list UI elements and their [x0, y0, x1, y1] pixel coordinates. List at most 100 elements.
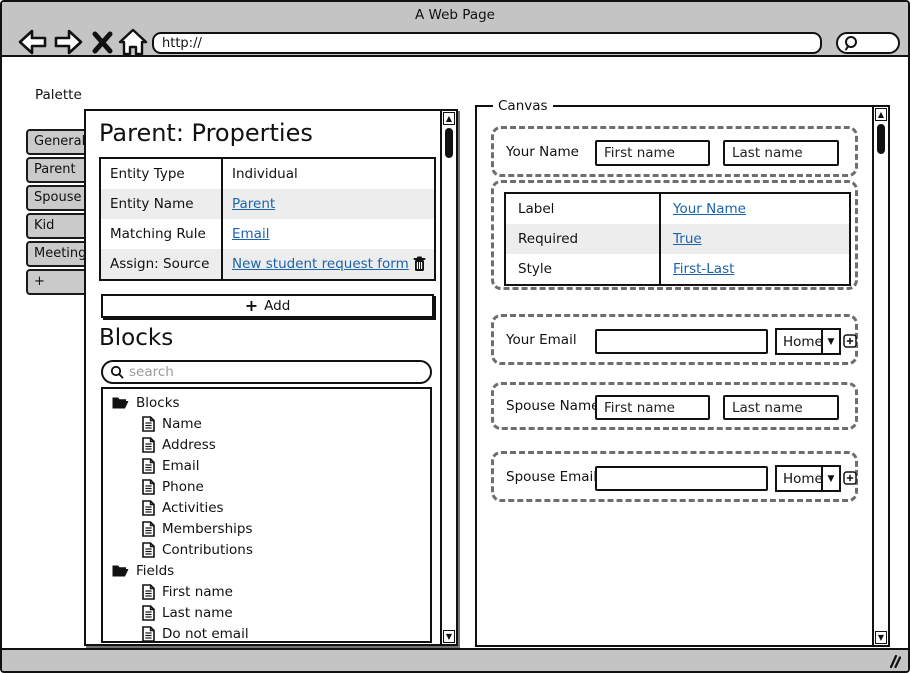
- home-icon[interactable]: [118, 28, 149, 56]
- scrollbar-thumb[interactable]: [445, 128, 453, 158]
- palette-tab-spouse[interactable]: Spouse: [26, 185, 90, 211]
- dialog-title: Parent: Properties: [99, 119, 313, 147]
- field-label: Your Email: [506, 332, 577, 348]
- parent-properties-dialog: Parent: Properties Entity Type Individua…: [84, 109, 458, 646]
- style-value-link[interactable]: First-Last: [673, 261, 734, 277]
- blocks-tree: Blocks Name Address Email Phone Activiti…: [101, 387, 432, 643]
- scroll-down-button[interactable]: ▼: [443, 630, 455, 643]
- add-button-label: Add: [264, 298, 290, 314]
- document-icon: [142, 500, 155, 516]
- tree-item[interactable]: Contributions: [103, 539, 430, 560]
- document-icon: [142, 584, 155, 600]
- tree-item[interactable]: Last name: [103, 602, 430, 623]
- tree-item[interactable]: Name: [103, 413, 430, 434]
- palette-tab-add[interactable]: +: [26, 269, 90, 295]
- tree-item[interactable]: Email: [103, 455, 430, 476]
- add-email-icon[interactable]: [843, 334, 857, 348]
- document-icon: [142, 479, 155, 495]
- canvas-scrollbar: ▲ ▼: [872, 107, 888, 645]
- canvas-block-properties[interactable]: Label Your Name Required True Style Firs…: [491, 180, 858, 290]
- chevron-down-icon: ▼: [821, 330, 839, 353]
- row-key: Style: [506, 254, 661, 284]
- chevron-down-icon: ▼: [821, 467, 839, 490]
- browser-window: A Web Page Palette General Parent Spouse…: [0, 0, 910, 673]
- resize-grip-icon[interactable]: [885, 654, 901, 669]
- tree-item[interactable]: Activities: [103, 497, 430, 518]
- label-value-link[interactable]: Your Name: [673, 201, 746, 217]
- scroll-up-button[interactable]: ▲: [875, 108, 887, 121]
- spouse-email-input[interactable]: [595, 466, 768, 491]
- table-row: Matching Rule Email: [101, 219, 434, 249]
- tree-item[interactable]: Address: [103, 434, 430, 455]
- tree-item[interactable]: Memberships: [103, 518, 430, 539]
- stop-icon[interactable]: [91, 28, 114, 56]
- required-value-link[interactable]: True: [673, 231, 702, 247]
- blocks-heading: Blocks: [99, 325, 173, 351]
- document-icon: [142, 605, 155, 621]
- table-row: Entity Name Parent: [101, 189, 434, 219]
- back-icon[interactable]: [17, 28, 48, 56]
- tree-label: Address: [162, 437, 216, 453]
- assign-source-link[interactable]: New student request form: [232, 256, 409, 272]
- search-icon: [110, 365, 124, 379]
- spouse-first-name-input[interactable]: [595, 395, 710, 420]
- scroll-up-button[interactable]: ▲: [443, 112, 455, 125]
- dialog-scrollbar: ▲ ▼: [440, 111, 456, 644]
- tree-label: Fields: [136, 563, 174, 579]
- tree-item[interactable]: Do not email: [103, 623, 430, 643]
- scroll-down-button[interactable]: ▼: [875, 631, 887, 644]
- your-email-input[interactable]: [595, 329, 768, 354]
- blocks-search[interactable]: [101, 360, 432, 384]
- document-icon: [142, 542, 155, 558]
- url-input[interactable]: [152, 32, 822, 54]
- search-pill[interactable]: [836, 32, 900, 54]
- canvas-block-spouse-email[interactable]: Spouse Email Home ▼: [491, 451, 858, 502]
- field-label: Spouse Email: [506, 469, 597, 485]
- entity-name-link[interactable]: Parent: [232, 196, 275, 212]
- table-row: Style First-Last: [506, 254, 849, 284]
- tree-label: Blocks: [136, 395, 180, 411]
- last-name-input[interactable]: [723, 140, 839, 166]
- canvas-block-your-email[interactable]: Your Email Home ▼: [491, 314, 858, 365]
- tree-item[interactable]: Phone: [103, 476, 430, 497]
- tree-label: Activities: [162, 500, 224, 516]
- add-email-icon[interactable]: [843, 471, 857, 485]
- forward-icon[interactable]: [53, 28, 84, 56]
- row-value: Individual: [232, 166, 298, 182]
- search-input[interactable]: [129, 364, 430, 380]
- palette-tab-general[interactable]: General: [26, 129, 90, 155]
- palette-tab-meeting[interactable]: Meeting: [26, 241, 90, 267]
- properties-table: Entity Type Individual Entity Name Paren…: [99, 157, 436, 281]
- dropdown-value: Home: [777, 330, 821, 353]
- spouse-last-name-input[interactable]: [723, 395, 839, 420]
- palette-tab-kid[interactable]: Kid: [26, 213, 90, 239]
- table-row: Entity Type Individual: [101, 159, 434, 189]
- scrollbar-thumb[interactable]: [877, 124, 885, 154]
- tree-item[interactable]: First name: [103, 581, 430, 602]
- matching-rule-link[interactable]: Email: [232, 226, 269, 242]
- canvas-block-your-name[interactable]: Your Name: [491, 126, 858, 177]
- palette-tab-parent[interactable]: Parent: [26, 157, 90, 183]
- table-row: Label Your Name: [506, 194, 849, 224]
- document-icon: [142, 626, 155, 642]
- canvas-legend: Canvas: [493, 98, 553, 114]
- magnifier-icon: [841, 34, 863, 52]
- row-key: Matching Rule: [101, 219, 223, 249]
- tree-label: Name: [162, 416, 202, 432]
- dropdown-value: Home: [777, 467, 821, 490]
- row-key: Required: [506, 224, 661, 254]
- canvas-block-spouse-name[interactable]: Spouse Name: [491, 382, 858, 430]
- table-row: Assign: Source New student request form: [101, 249, 434, 279]
- add-button[interactable]: + Add: [101, 294, 434, 318]
- document-icon: [142, 416, 155, 432]
- tree-label: Do not email: [162, 626, 249, 642]
- canvas-panel: Canvas Your Name Label Your Name Require…: [475, 105, 890, 647]
- first-name-input[interactable]: [595, 140, 710, 166]
- document-icon: [142, 458, 155, 474]
- email-type-dropdown[interactable]: Home ▼: [775, 328, 841, 355]
- tree-folder-fields[interactable]: Fields: [103, 560, 430, 581]
- spouse-email-type-dropdown[interactable]: Home ▼: [775, 465, 841, 492]
- trash-icon[interactable]: [413, 256, 426, 272]
- status-bar: [2, 648, 908, 671]
- tree-folder-blocks[interactable]: Blocks: [103, 392, 430, 413]
